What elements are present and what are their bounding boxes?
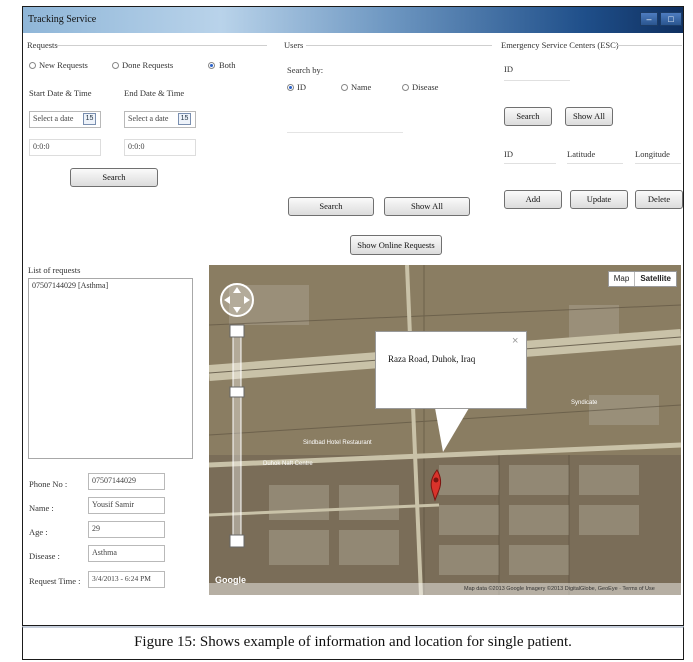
radio-new-requests[interactable] (29, 62, 36, 69)
start-date-time-label: Start Date & Time (29, 88, 92, 98)
end-date-placeholder: Select a date (128, 114, 169, 123)
users-group-label: Users (284, 40, 304, 50)
age-label: Age : (29, 527, 48, 537)
radio-search-disease[interactable] (402, 84, 409, 91)
radio-done-requests[interactable] (112, 62, 119, 69)
google-logo: Google (215, 575, 246, 585)
start-date-placeholder: Select a date (33, 114, 74, 123)
radio-search-disease-label: Disease (412, 82, 439, 92)
radio-done-requests-label: Done Requests (122, 60, 174, 70)
map-type-satellite[interactable]: Satellite (634, 272, 676, 286)
requests-listbox[interactable]: 07507144029 [Asthma] (28, 278, 193, 459)
disease-field[interactable]: Asthma (88, 545, 165, 562)
phone-field[interactable]: 07507144029 (88, 473, 165, 490)
radio-search-name[interactable] (341, 84, 348, 91)
radio-new-requests-label: New Requests (39, 60, 88, 70)
esc-col-latitude: Latitude (567, 149, 596, 159)
search-by-label: Search by: (287, 65, 324, 75)
info-window-tail (435, 408, 469, 452)
map-type-map[interactable]: Map (609, 272, 635, 286)
radio-both-label: Both (219, 60, 236, 70)
esc-group-divider (616, 45, 682, 46)
esc-id-input[interactable] (504, 80, 570, 81)
requests-group-label: Requests (27, 40, 58, 50)
disease-label: Disease : (29, 551, 60, 561)
maximize-button[interactable]: □ (660, 12, 682, 26)
info-window-address: Raza Road, Duhok, Iraq (388, 354, 476, 364)
esc-add-button[interactable]: Add (504, 190, 562, 209)
window-title: Tracking Service (28, 14, 97, 25)
request-time-field[interactable]: 3/4/2013 - 6:24 PM (88, 571, 165, 588)
radio-both[interactable] (208, 62, 215, 69)
end-calendar-icon[interactable]: 15 (178, 113, 191, 125)
map-attribution: Map data ©2013 Google Imagery ©2013 Digi… (464, 586, 655, 592)
esc-col-id: ID (504, 149, 513, 159)
esc-search-button[interactable]: Search (504, 107, 552, 126)
request-time-label: Request Time : (29, 576, 81, 586)
users-group-divider (306, 45, 492, 46)
minimize-button[interactable]: – (640, 12, 658, 26)
info-window-close-icon[interactable]: × (512, 335, 518, 347)
esc-group-label: Emergency Service Centers (ESC) (501, 40, 619, 50)
age-field[interactable]: 29 (88, 521, 165, 538)
esc-id-cell-input[interactable] (504, 163, 556, 164)
map-label-sindbad: Sindbad Hotel Restaurant (303, 440, 372, 446)
users-show-all-button[interactable]: Show All (384, 197, 470, 216)
esc-update-button[interactable]: Update (570, 190, 628, 209)
start-calendar-icon[interactable]: 15 (83, 113, 96, 125)
map-label-duhok-naft: Duhok Naft Centre (263, 461, 313, 467)
tracking-service-window: Tracking Service – □ Requests New Reques… (22, 6, 684, 626)
users-search-button[interactable]: Search (288, 197, 374, 216)
esc-show-all-button[interactable]: Show All (565, 107, 613, 126)
esc-delete-button[interactable]: Delete (635, 190, 683, 209)
map-type-toggle[interactable]: Map Satellite (607, 271, 677, 287)
satellite-map[interactable]: Google Sindbad Hotel Restaurant Duhok Na… (209, 265, 681, 595)
name-label: Name : (29, 503, 54, 513)
radio-search-id-label: ID (297, 82, 306, 92)
end-time-field[interactable]: 0:0:0 (124, 139, 196, 156)
requests-group-divider (57, 45, 267, 46)
radio-search-name-label: Name (351, 82, 372, 92)
name-field[interactable]: Yousif Samir (88, 497, 165, 514)
requests-search-button[interactable]: Search (70, 168, 158, 187)
map-label-syndicate: Syndicate (571, 400, 598, 406)
esc-longitude-input[interactable] (635, 163, 681, 164)
start-time-field[interactable]: 0:0:0 (29, 139, 101, 156)
esc-col-longitude: Longitude (635, 149, 670, 159)
figure-caption: Figure 15: Shows example of information … (22, 626, 684, 660)
list-item[interactable]: 07507144029 [Asthma] (29, 279, 192, 292)
esc-id-label: ID (504, 64, 513, 74)
esc-latitude-input[interactable] (567, 163, 623, 164)
end-date-time-label: End Date & Time (124, 88, 185, 98)
radio-search-id[interactable] (287, 84, 294, 91)
show-online-requests-button[interactable]: Show Online Requests (350, 235, 442, 255)
title-bar: Tracking Service – □ (23, 7, 683, 33)
phone-label: Phone No : (29, 479, 68, 489)
list-of-requests-label: List of requests (28, 265, 81, 275)
info-window: Raza Road, Duhok, Iraq × (375, 331, 527, 409)
users-search-input[interactable] (287, 132, 403, 133)
